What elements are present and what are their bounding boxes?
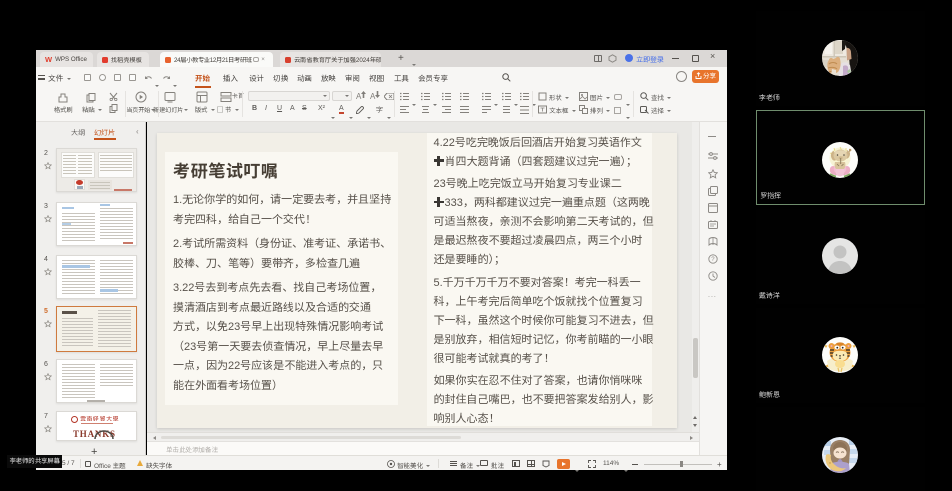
svg-text:?: ? [711, 257, 715, 263]
